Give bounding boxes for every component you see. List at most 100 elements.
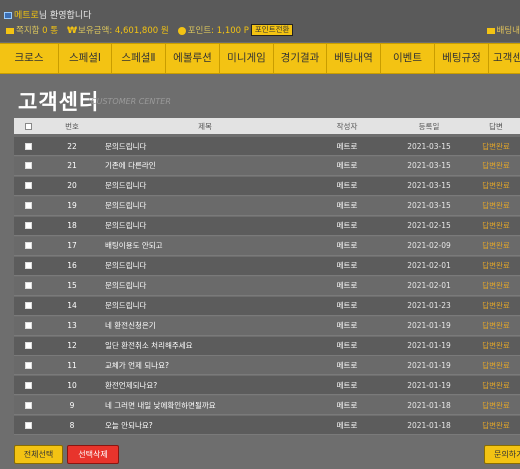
table-row[interactable]: 10 환전언제되나요? 메트로 2021-01-19 답변완료 <box>14 376 520 396</box>
row-num: 14 <box>67 301 77 311</box>
row-date: 2021-02-15 <box>407 221 451 231</box>
point-convert-button[interactable]: 포인트전환 <box>250 24 294 36</box>
row-checkbox[interactable] <box>14 162 42 170</box>
row-checkbox[interactable] <box>14 322 42 330</box>
table-row[interactable]: 8 오늘 안되나요? 메트로 2021-01-18 답변완료 <box>14 416 520 436</box>
row-checkbox[interactable] <box>14 302 42 310</box>
row-date: 2021-01-19 <box>407 360 451 370</box>
row-answer-status: 답변완료 <box>482 221 510 231</box>
table-row[interactable]: 9 네 그러면 내일 낮에확인하면될까요 메트로 2021-01-18 답변완료 <box>14 396 520 416</box>
nav-evolution[interactable]: 에볼루션 <box>166 44 220 73</box>
row-answer-status: 답변완료 <box>482 321 510 331</box>
row-num: 9 <box>69 400 75 410</box>
row-date: 2021-01-18 <box>407 420 451 430</box>
row-checkbox[interactable] <box>14 182 42 190</box>
table-row[interactable]: 15 문의드립니다 메트로 2021-02-01 답변완료 <box>14 276 520 296</box>
row-num: 16 <box>67 261 77 271</box>
nav-event[interactable]: 이벤트 <box>381 44 435 73</box>
nav-minigame[interactable]: 미니게임 <box>220 44 274 73</box>
row-author: 메트로 <box>336 380 358 390</box>
money-display: ₩보유금액: 4,601,800 원 <box>67 24 169 36</box>
table-row[interactable]: 19 문의드립니다 메트로 2021-03-15 답변완료 <box>14 196 520 216</box>
row-title-link[interactable]: 오늘 안되나요? <box>102 420 308 431</box>
row-date: 2021-01-18 <box>407 400 451 410</box>
point-label: 포인트 <box>187 26 212 36</box>
row-checkbox[interactable] <box>14 222 42 230</box>
row-checkbox[interactable] <box>14 381 42 389</box>
row-answer-status: 답변완료 <box>482 261 510 271</box>
row-title-link[interactable]: 문의드립니다 <box>102 260 308 271</box>
table-row[interactable]: 14 문의드립니다 메트로 2021-01-23 답변완료 <box>14 296 520 316</box>
row-answer-status: 답변완료 <box>482 400 510 410</box>
row-author: 메트로 <box>336 281 358 291</box>
bet-icon <box>486 27 495 34</box>
row-author: 메트로 <box>336 341 358 350</box>
nav-bet-rules[interactable]: 베팅규정 <box>435 44 489 73</box>
row-title-link[interactable]: 기존에 다른라인 <box>102 160 308 171</box>
row-title-link[interactable]: 문의드립니다 <box>102 300 308 311</box>
row-title-link[interactable]: 배팅이용도 안되고 <box>102 240 308 251</box>
row-title-link[interactable]: 일단 환전취소 처리해주세요 <box>102 340 308 351</box>
row-checkbox[interactable] <box>14 342 42 349</box>
table-header: 번호 제목 작성자 등록일 답변 <box>14 118 520 134</box>
row-date: 2021-02-09 <box>407 241 451 251</box>
row-checkbox[interactable] <box>14 421 42 429</box>
table-row[interactable]: 13 네 환전신청은기 메트로 2021-01-19 답변완료 <box>14 316 520 336</box>
page-title: 고객센터 <box>18 90 100 114</box>
row-title-link[interactable]: 네 환전신청은기 <box>102 320 308 331</box>
point-coin-icon <box>177 26 186 35</box>
welcome-text: 메트로님 환영합니다 <box>4 8 91 21</box>
row-title-link[interactable]: 문의드립니다 <box>102 220 308 231</box>
row-author: 메트로 <box>336 400 358 410</box>
row-checkbox[interactable] <box>14 142 42 150</box>
table-row[interactable]: 17 배팅이용도 안되고 메트로 2021-02-09 답변완료 <box>14 236 520 256</box>
row-title-link[interactable]: 환전언제되나요? <box>102 380 308 391</box>
row-checkbox[interactable] <box>14 242 42 250</box>
nav-results[interactable]: 경기결과 <box>274 44 327 73</box>
table-row[interactable]: 11 교체가 언제 되나요? 메트로 2021-01-19 답변완료 <box>14 356 520 376</box>
nav-cross[interactable]: 크로스 <box>0 44 59 73</box>
note-label: 쪽지함 <box>16 26 40 36</box>
main-nav: 크로스 스페셜Ⅰ 스페셜Ⅱ 에볼루션 미니게임 경기결과 베팅내역 이벤트 베팅… <box>0 43 520 74</box>
table-row[interactable]: 20 문의드립니다 메트로 2021-03-15 답변완료 <box>14 176 520 196</box>
nickname: 메트로 <box>14 11 39 21</box>
bet-history-link[interactable]: 배팅내 <box>486 24 520 36</box>
top-bar: 메트로님 환영합니다 쪽지함 0 통 ₩보유금액: 4,601,800 원 포인… <box>0 0 520 42</box>
table-row[interactable]: 12 일단 환전취소 처리해주세요 메트로 2021-01-19 답변완료 <box>14 336 520 356</box>
ask-button[interactable]: 문의하기 <box>484 445 520 464</box>
row-answer-status: 답변완료 <box>482 380 510 390</box>
row-checkbox[interactable] <box>14 401 42 409</box>
row-title-link[interactable]: 교체가 언제 되나요? <box>102 360 308 371</box>
table-row[interactable]: 22 문의드립니다 메트로 2021-03-15 답변완료 <box>14 137 520 156</box>
row-num: 20 <box>67 181 77 191</box>
user-stats: 쪽지함 0 통 ₩보유금액: 4,601,800 원 포인트: 1,100 P … <box>6 24 294 36</box>
row-title-link[interactable]: 문의드립니다 <box>102 180 308 191</box>
row-answer-status: 답변완료 <box>482 181 510 191</box>
row-title-link[interactable]: 문의드립니다 <box>102 141 308 152</box>
row-checkbox[interactable] <box>14 262 42 270</box>
row-title-link[interactable]: 문의드립니다 <box>102 280 308 291</box>
table-row[interactable]: 16 문의드립니다 메트로 2021-02-01 답변완료 <box>14 256 520 276</box>
nav-bet-history[interactable]: 베팅내역 <box>327 44 381 73</box>
row-answer-status: 답변완료 <box>482 360 510 370</box>
header-num: 번호 <box>65 121 79 131</box>
row-title-link[interactable]: 네 그러면 내일 낮에확인하면될까요 <box>102 400 308 411</box>
row-checkbox[interactable] <box>14 282 42 290</box>
table-row[interactable]: 21 기존에 다른라인 메트로 2021-03-15 답변완료 <box>14 156 520 176</box>
row-answer-status: 답변완료 <box>482 281 510 291</box>
note-box-link[interactable]: 쪽지함 0 통 <box>6 24 58 36</box>
row-title-link[interactable]: 문의드립니다 <box>102 200 308 211</box>
delete-selected-button[interactable]: 선택삭제 <box>67 445 119 464</box>
nav-special-2[interactable]: 스페셜Ⅱ <box>112 44 166 73</box>
row-checkbox[interactable] <box>14 202 42 210</box>
select-all-checkbox[interactable] <box>14 122 42 130</box>
nav-special-1[interactable]: 스페셜Ⅰ <box>59 44 112 73</box>
row-num: 11 <box>67 360 77 370</box>
row-num: 15 <box>67 281 77 291</box>
money-value: : 4,601,800 원 <box>109 26 169 36</box>
select-all-button[interactable]: 전체선택 <box>14 445 63 464</box>
row-checkbox[interactable] <box>14 361 42 369</box>
table-row[interactable]: 18 문의드립니다 메트로 2021-02-15 답변완료 <box>14 216 520 236</box>
nav-customer-center[interactable]: 고객센 <box>489 44 520 73</box>
row-date: 2021-01-23 <box>407 301 451 311</box>
